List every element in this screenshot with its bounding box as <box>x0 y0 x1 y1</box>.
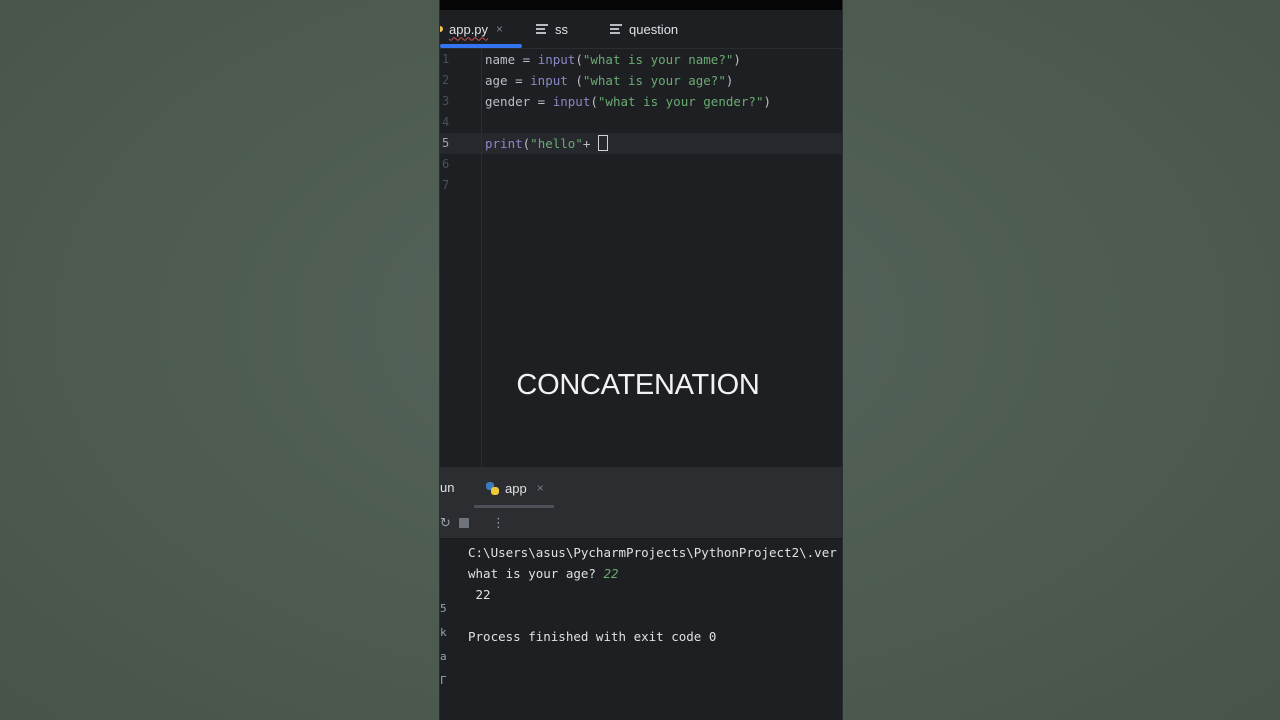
python-file-icon <box>440 26 443 32</box>
code-token: + <box>582 136 598 151</box>
tab-question[interactable]: question <box>610 10 678 48</box>
tab-ss[interactable]: ss <box>536 10 568 48</box>
console-path: C:\Users\asus\PycharmProjects\PythonProj… <box>468 545 837 560</box>
editor-tab-bar: app.py × ss question <box>440 10 842 49</box>
run-panel: un app × ↻ ⋮ 5 k a Γ C:\Users\asus\Pycha… <box>440 467 842 720</box>
code-token: ( <box>567 73 583 88</box>
tab-label: question <box>629 21 679 37</box>
python-icon <box>486 481 499 495</box>
code-token: "hello" <box>530 136 583 151</box>
tab-app-py[interactable]: app.py × <box>440 10 503 48</box>
gutter-divider <box>481 49 482 467</box>
code-token: ) <box>763 94 772 109</box>
code-token: ( <box>575 52 583 67</box>
rerun-icon[interactable]: ↻ <box>440 508 451 538</box>
console-output: 22 <box>468 587 491 602</box>
code-token: ( <box>590 94 598 109</box>
console-exit-message: Process finished with exit code 0 <box>468 629 717 644</box>
code-token: input <box>552 94 591 109</box>
side-icon[interactable]: k <box>440 626 447 639</box>
run-tab-app[interactable]: app × <box>486 468 544 508</box>
code-token: input <box>530 73 568 88</box>
side-icon[interactable]: Γ <box>440 674 447 687</box>
code-token: print <box>485 136 523 151</box>
line-number: 3 <box>442 94 450 108</box>
close-icon[interactable]: × <box>496 22 503 36</box>
console-prompt: what is your age? 22 <box>468 566 619 581</box>
line-number: 7 <box>442 178 450 192</box>
close-icon[interactable]: × <box>537 481 544 495</box>
code-line-5[interactable]: print("hello"+ <box>485 133 608 154</box>
code-token: ) <box>725 73 734 88</box>
side-icon[interactable]: 5 <box>440 602 447 615</box>
side-icon[interactable]: a <box>440 650 447 663</box>
text-file-icon <box>536 22 548 36</box>
code-token: input <box>537 52 576 67</box>
code-token: age = <box>485 73 531 88</box>
run-tab-label: app <box>505 480 527 496</box>
line-number: 2 <box>442 73 450 87</box>
ide-window: app.py × ss question 1 2 3 4 5 6 7 name … <box>439 0 843 720</box>
code-token: gender = <box>485 94 553 109</box>
more-options-icon[interactable]: ⋮ <box>492 508 505 538</box>
line-number: 5 <box>442 136 450 150</box>
active-tab-indicator <box>440 44 522 48</box>
code-line-2[interactable]: age = input ("what is your age?") <box>485 70 733 91</box>
line-number: 4 <box>442 115 450 129</box>
prompt-text: what is your age? <box>468 566 604 581</box>
code-token: name = <box>485 52 538 67</box>
code-line-3[interactable]: gender = input("what is your gender?") <box>485 91 771 112</box>
user-input: 22 <box>603 566 619 581</box>
code-token: "what is your age?" <box>582 73 726 88</box>
stop-icon[interactable] <box>459 508 469 538</box>
run-toolbar: ↻ ⋮ <box>440 508 842 539</box>
run-panel-header: un app × <box>440 468 842 508</box>
line-number: 6 <box>442 157 450 171</box>
code-editor[interactable]: 1 2 3 4 5 6 7 name = input("what is your… <box>440 49 842 467</box>
code-token: ) <box>733 52 741 67</box>
line-number: 1 <box>442 52 450 66</box>
run-panel-title: un <box>440 480 455 495</box>
code-token: "what is your gender?" <box>597 94 764 109</box>
top-bar <box>440 0 842 10</box>
code-token: "what is your name?" <box>582 52 734 67</box>
text-file-icon <box>610 22 622 36</box>
tab-label: app.py <box>449 21 489 37</box>
overlay-caption: CONCATENATION <box>516 369 760 401</box>
code-line-1[interactable]: name = input("what is your name?") <box>485 49 741 70</box>
text-cursor <box>597 135 608 151</box>
tab-label: ss <box>555 21 568 37</box>
